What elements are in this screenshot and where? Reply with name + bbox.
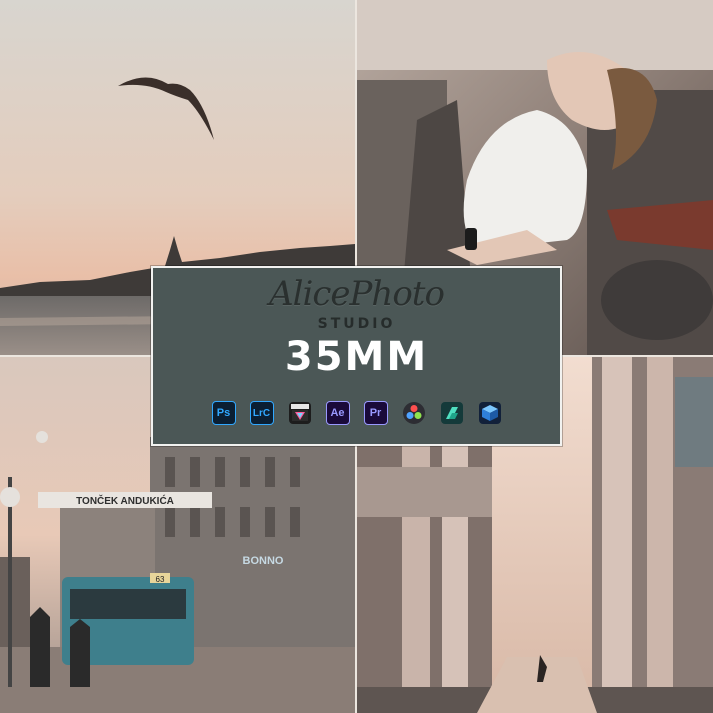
preset-title: 35MM	[284, 334, 429, 380]
cube-icon	[478, 401, 502, 425]
studio-logo: AlicePhoto	[269, 274, 445, 314]
filmora-icon	[440, 401, 464, 425]
premiere-pro-icon: Pr	[363, 401, 388, 425]
tram-number: 63	[156, 575, 165, 584]
photoshop-icon: Ps	[211, 401, 236, 425]
preset-banner: AlicePhoto STUDIO 35MM Ps LrC Ae Pr	[151, 266, 562, 446]
davinci-resolve-icon	[402, 401, 426, 425]
compatible-apps-row: Ps LrC Ae Pr	[153, 401, 560, 427]
lightroom-classic-icon: LrC	[249, 401, 274, 425]
studio-label: STUDIO	[317, 316, 396, 332]
final-cut-icon	[288, 401, 312, 425]
street-sign-text: TONČEK ANDUKIĆA	[76, 494, 174, 507]
after-effects-icon: Ae	[325, 401, 350, 425]
storefront-text: BONNO	[243, 555, 284, 567]
